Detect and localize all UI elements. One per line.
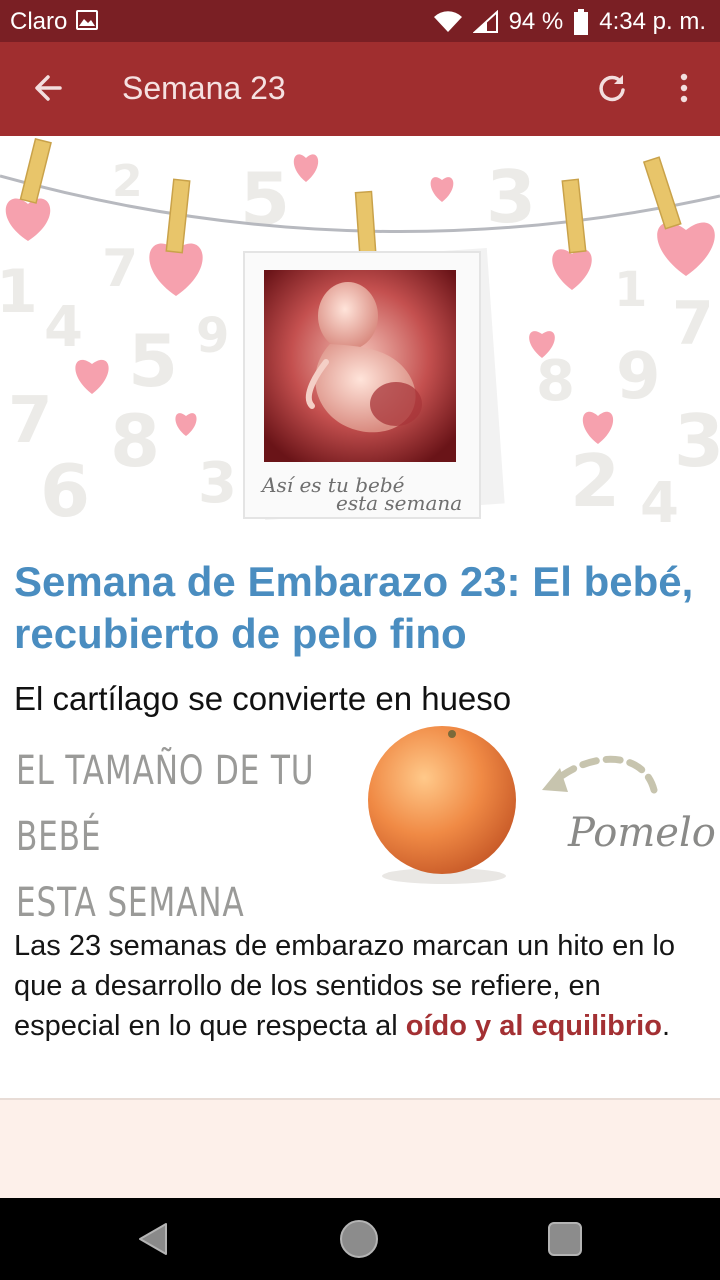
system-navigation-bar [0,1198,720,1280]
signal-icon [472,10,498,33]
status-right: 94 % 4:34 p. m. [433,8,706,36]
article-subhead: El cartílago se convierte en hueso [14,680,512,717]
article-headline: Semana de Embarazo 23: El bebé, recubier… [14,558,694,657]
status-bar: Claro 94 % 4:34 p. m. [0,0,720,42]
recents-square-icon[interactable] [544,1218,586,1260]
fruit-name: Pomelo [568,810,716,856]
image-notification-icon [76,10,98,30]
week-hero-illustration: 2 5 3 1 7 4 5 9 7 8 6 3 8 1 9 7 2 4 3 As… [0,136,720,536]
battery-percent: 94 % [508,8,564,35]
svg-text:3: 3 [198,451,237,516]
svg-text:2: 2 [112,156,143,207]
hero-caption-line2: esta semana [336,491,462,515]
back-arrow-icon[interactable] [28,68,68,108]
svg-text:1: 1 [0,257,38,327]
svg-text:3: 3 [674,399,720,483]
baby-size-label: EL TAMAÑO DE TU BEBÉ ESTA SEMANA [16,738,375,936]
wifi-icon [433,11,462,33]
svg-text:8: 8 [110,399,160,483]
svg-text:6: 6 [40,449,90,533]
carrier-name: Claro [10,8,68,35]
svg-text:7: 7 [672,289,714,359]
grapefruit-image [368,726,516,884]
body-text-part2: . [661,1010,671,1042]
svg-text:7: 7 [8,384,53,458]
app-toolbar: Semana 23 [0,42,720,136]
battery-icon [574,9,589,35]
svg-text:8: 8 [536,349,575,414]
svg-text:9: 9 [196,308,229,364]
svg-text:4: 4 [44,295,83,360]
svg-text:9: 9 [616,340,661,414]
clock: 4:34 p. m. [599,8,706,35]
svg-text:7: 7 [102,239,138,299]
baby-size-label-line1: EL TAMAÑO DE TU BEBÉ [16,748,315,860]
home-circle-icon[interactable] [338,1218,380,1260]
body-highlight: oído y al equilibrio [405,1010,662,1042]
page-title: Semana 23 [122,70,286,106]
dashed-arrow-icon [542,755,658,794]
article-body: Las 23 semanas de embarazo marcan un hit… [14,926,714,1046]
svg-text:2: 2 [570,439,620,523]
more-options-icon[interactable] [664,68,704,108]
refresh-icon[interactable] [592,68,632,108]
svg-text:5: 5 [128,319,178,403]
svg-text:1: 1 [614,262,647,318]
back-triangle-icon[interactable] [134,1218,176,1260]
footer-ad-area [0,1098,720,1198]
svg-text:5: 5 [240,157,290,241]
baby-size-banner: EL TAMAÑO DE TU BEBÉ ESTA SEMANA Pomelo [0,722,720,926]
hero-artwork: 2 5 3 1 7 4 5 9 7 8 6 3 8 1 9 7 2 4 3 As… [0,138,720,536]
